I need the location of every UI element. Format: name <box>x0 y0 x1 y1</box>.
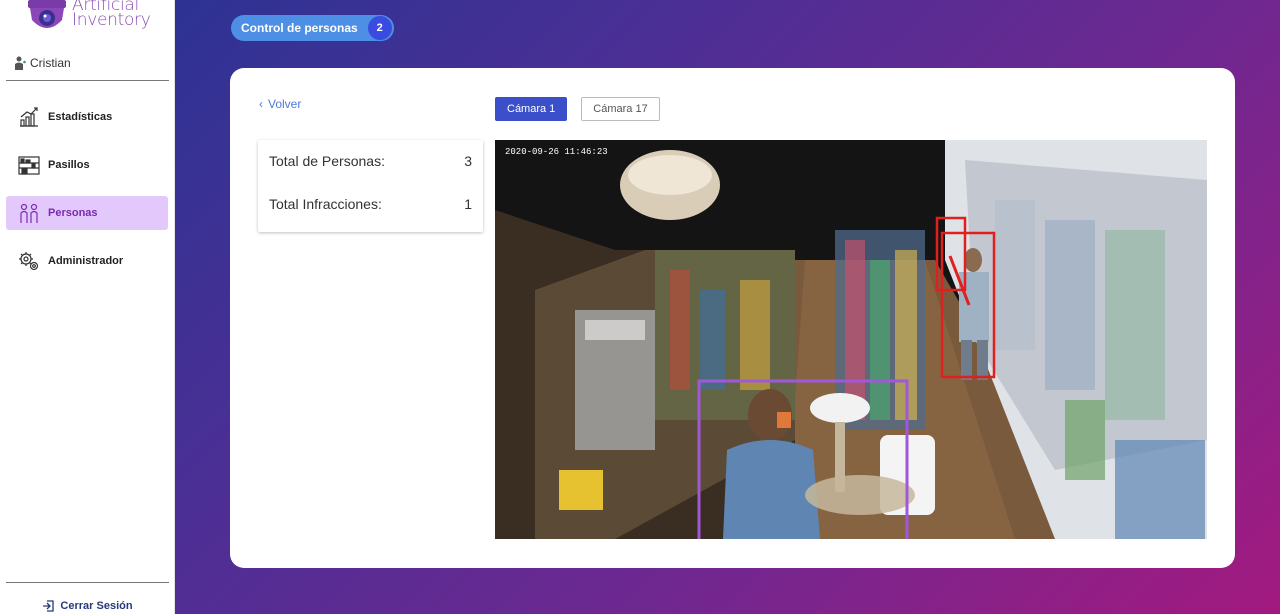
user-name: Cristian <box>30 56 71 70</box>
section-pill: Control de personas 2 <box>231 15 394 41</box>
sidebar-divider <box>6 582 169 583</box>
camera-logo-icon <box>28 0 66 28</box>
back-label: Volver <box>268 97 302 111</box>
section-title: Control de personas <box>241 21 358 35</box>
stat-row-personas: Total de Personas: 3 <box>269 153 472 169</box>
camera-tabs: Cámara 1 Cámara 17 <box>495 97 660 121</box>
stat-label: Total de Personas: <box>269 153 385 169</box>
sidebar-item-pasillos[interactable]: Pasillos <box>6 148 168 182</box>
content-card: ‹ Volver Total de Personas: 3 Total Infr… <box>230 68 1235 568</box>
sidebar: Artificial Inventory Cristian Estadístic… <box>0 0 175 614</box>
sidebar-item-label: Personas <box>48 207 98 219</box>
stat-value: 3 <box>464 153 472 169</box>
shelf-icon <box>18 156 40 175</box>
sidebar-item-label: Estadísticas <box>48 111 113 123</box>
sidebar-item-label: Administrador <box>48 255 124 267</box>
stat-row-infracciones: Total Infracciones: 1 <box>269 196 472 212</box>
logout-label: Cerrar Sesión <box>60 600 133 612</box>
back-link[interactable]: ‹ Volver <box>259 97 301 111</box>
sidebar-item-estadisticas[interactable]: Estadísticas <box>6 100 168 134</box>
people-icon <box>20 203 38 223</box>
brand-logo[interactable]: Artificial Inventory <box>26 0 156 36</box>
feed-timestamp: 2020-09-26 11:46:23 <box>505 147 608 157</box>
brand-line-2: Inventory <box>72 10 151 30</box>
stat-label: Total Infracciones: <box>269 196 382 212</box>
brand-name: Artificial Inventory <box>72 0 151 30</box>
chevron-left-icon: ‹ <box>259 97 263 111</box>
chart-growth-icon <box>20 107 38 127</box>
sidebar-divider <box>6 80 169 81</box>
logout-button[interactable]: Cerrar Sesión <box>0 600 175 612</box>
logout-icon <box>43 600 55 612</box>
user-icon <box>15 56 26 70</box>
stat-value: 1 <box>464 196 472 212</box>
user-info: Cristian <box>14 56 71 70</box>
sidebar-item-label: Pasillos <box>48 159 90 171</box>
camera-17-button[interactable]: Cámara 17 <box>581 97 660 121</box>
section-count-badge: 2 <box>367 16 392 40</box>
main-area: Control de personas 2 ‹ Volver Total de … <box>175 0 1280 614</box>
sidebar-item-administrador[interactable]: Administrador <box>6 244 168 278</box>
camera-feed: 2020-09-26 11:46:23 <box>495 140 1207 539</box>
sidebar-item-personas[interactable]: Personas <box>6 196 168 230</box>
gears-icon <box>19 252 39 271</box>
camera-1-button[interactable]: Cámara 1 <box>495 97 568 121</box>
stats-panel: Total de Personas: 3 Total Infracciones:… <box>258 140 483 232</box>
camera-frame: 2020-09-26 11:46:23 <box>495 140 1207 539</box>
